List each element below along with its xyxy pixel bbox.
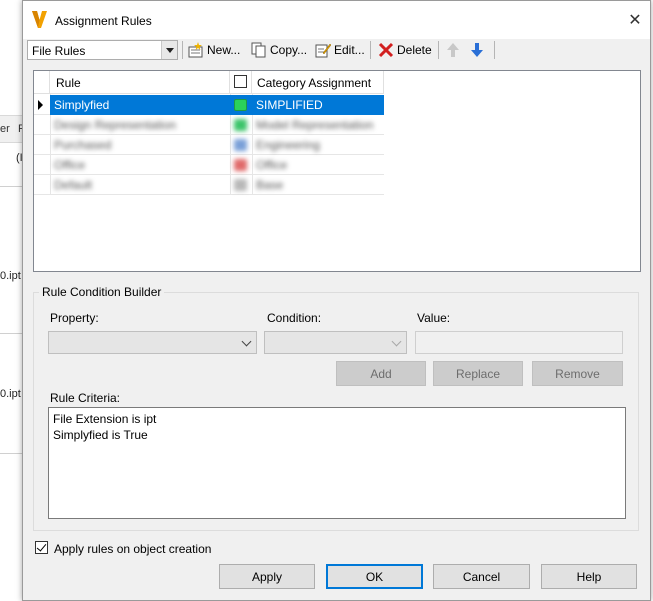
category-color-swatch xyxy=(234,179,247,191)
toolbar-separator xyxy=(182,41,183,59)
category-name: Model Representation xyxy=(256,118,374,132)
new-button[interactable]: New... xyxy=(188,41,240,59)
cancel-button[interactable]: Cancel xyxy=(433,564,530,589)
new-icon xyxy=(188,42,203,58)
rule-condition-builder-title: Rule Condition Builder xyxy=(39,285,165,299)
background-text: 0.ipt xyxy=(0,388,21,400)
select-all-checkbox[interactable] xyxy=(234,75,247,88)
apply-on-creation-label[interactable]: Apply rules on object creation xyxy=(54,542,211,556)
rule-type-value: File Rules xyxy=(32,44,86,58)
new-button-label: New... xyxy=(207,43,241,57)
rule-name: Purchased xyxy=(54,138,112,152)
property-dropdown[interactable] xyxy=(48,331,257,354)
toolbar: File Rules New... Copy... Edit... Delete xyxy=(23,39,650,61)
delete-button[interactable]: Delete xyxy=(378,41,432,59)
close-icon: ✕ xyxy=(628,12,642,29)
title-bar: Assignment Rules ✕ xyxy=(23,1,650,39)
category-color-swatch xyxy=(234,99,247,111)
table-row[interactable]: Default Base xyxy=(34,175,384,195)
condition-dropdown[interactable] xyxy=(264,331,407,354)
category-color-swatch xyxy=(234,159,247,171)
table-row[interactable]: Office Office xyxy=(34,155,384,175)
category-name: Office xyxy=(256,158,288,172)
toolbar-separator xyxy=(438,41,439,59)
copy-button[interactable]: Copy... xyxy=(251,41,307,59)
dialog-title: Assignment Rules xyxy=(55,14,152,28)
ok-button[interactable]: OK xyxy=(326,564,423,589)
table-row[interactable]: Design Representation Model Representati… xyxy=(34,115,384,135)
rules-grid: Rule Category Assignment Simplyfied SIMP… xyxy=(33,70,641,272)
background-row xyxy=(0,186,22,187)
add-button[interactable]: Add xyxy=(336,361,426,386)
column-header-select-all[interactable] xyxy=(230,71,252,94)
rule-criteria-textarea[interactable]: File Extension is ipt Simplyfied is True xyxy=(48,407,626,519)
criteria-line: Simplyfied is True xyxy=(53,428,148,442)
current-row-indicator-icon xyxy=(38,100,43,110)
chevron-down-icon xyxy=(241,336,252,347)
remove-button[interactable]: Remove xyxy=(532,361,623,386)
row-header-corner xyxy=(34,71,50,94)
arrow-down-icon xyxy=(471,43,483,57)
chevron-down-icon xyxy=(391,336,402,347)
delete-button-label: Delete xyxy=(397,43,432,57)
rule-name: Simplyfied xyxy=(54,98,110,112)
replace-button[interactable]: Replace xyxy=(433,361,523,386)
delete-icon xyxy=(378,42,394,58)
criteria-line: File Extension is ipt xyxy=(53,412,157,426)
category-color-swatch xyxy=(234,119,247,131)
edit-icon xyxy=(315,43,331,58)
move-up-button[interactable] xyxy=(445,41,461,59)
move-down-button[interactable] xyxy=(469,41,485,59)
property-label: Property: xyxy=(50,311,99,325)
copy-icon xyxy=(251,42,266,58)
background-row xyxy=(0,453,22,454)
table-row[interactable]: Purchased Engineering xyxy=(34,135,384,155)
rule-name: Office xyxy=(54,158,86,172)
background-header-cell: er xyxy=(0,123,10,135)
column-header-category-assignment[interactable]: Category Assignment xyxy=(252,71,384,94)
category-name: Engineering xyxy=(256,138,321,152)
background-text: 0.ipt xyxy=(0,270,21,282)
edit-button-label: Edit... xyxy=(334,43,365,57)
assignment-rules-dialog: Assignment Rules ✕ File Rules New... Cop… xyxy=(22,0,651,601)
rule-criteria-label: Rule Criteria: xyxy=(50,391,121,405)
apply-button[interactable]: Apply xyxy=(219,564,315,589)
rule-type-dropdown[interactable]: File Rules xyxy=(27,40,178,60)
background-row xyxy=(0,333,22,334)
toolbar-separator xyxy=(494,41,495,59)
rule-name: Design Representation xyxy=(54,118,177,132)
toolbar-separator xyxy=(370,41,371,59)
copy-button-label: Copy... xyxy=(270,43,308,57)
app-logo-icon xyxy=(32,11,47,28)
background-column-header: er P xyxy=(0,115,25,143)
edit-button[interactable]: Edit... xyxy=(315,41,365,59)
column-header-rule[interactable]: Rule xyxy=(50,71,230,94)
rule-name: Default xyxy=(54,178,93,192)
value-label: Value: xyxy=(417,311,451,325)
close-button[interactable]: ✕ xyxy=(620,1,650,39)
apply-on-creation-checkbox[interactable] xyxy=(35,541,48,554)
category-name: SIMPLIFIED xyxy=(256,98,323,112)
category-name: Base xyxy=(256,178,284,192)
table-row[interactable]: Simplyfied SIMPLIFIED xyxy=(34,95,384,115)
condition-label: Condition: xyxy=(267,311,322,325)
help-button[interactable]: Help xyxy=(541,564,637,589)
grid-header: Rule Category Assignment xyxy=(34,71,384,94)
category-color-swatch xyxy=(234,139,247,151)
arrow-up-icon xyxy=(447,43,459,57)
value-input[interactable] xyxy=(415,331,623,354)
chevron-down-icon[interactable] xyxy=(161,41,177,59)
